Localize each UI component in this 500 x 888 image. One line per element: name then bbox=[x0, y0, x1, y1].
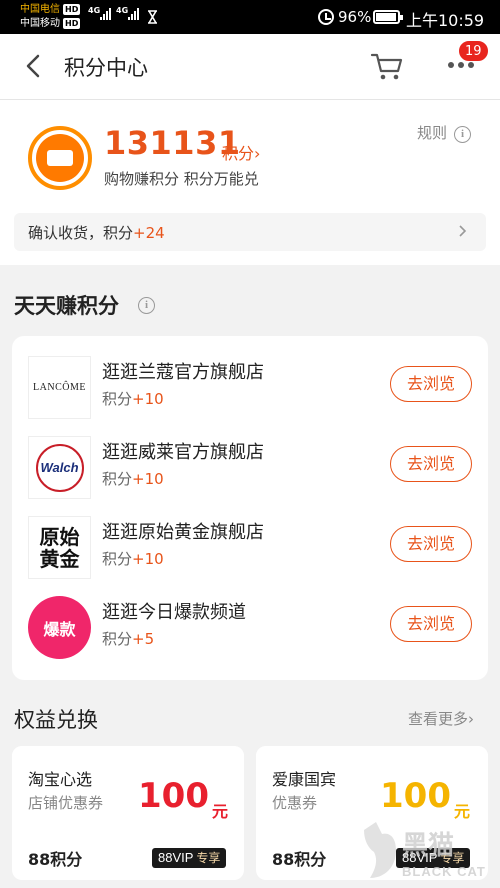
black-cat-watermark-logo: 黑猫 BLACK CAT bbox=[364, 822, 486, 879]
list-item: 原始黄金 逛逛原始黄金旗舰店 积分+10 去浏览 bbox=[12, 510, 488, 590]
task-points: 积分+5 bbox=[102, 630, 155, 648]
battery-icon bbox=[373, 10, 403, 24]
coupon-brand: 爱康国宾 bbox=[272, 770, 337, 789]
coupon-card[interactable]: 淘宝心选 店铺优惠券 100 元 88积分 88VIP 专享 bbox=[12, 746, 244, 880]
walch-logo: Walch bbox=[28, 436, 91, 499]
receipt-reward-bar[interactable]: 确认收货，积分+24 bbox=[14, 213, 486, 251]
rules-link[interactable]: 规则 bbox=[417, 122, 447, 143]
carrier-2: 中国移动 HD bbox=[20, 18, 81, 29]
message-badge: 19 bbox=[458, 40, 489, 62]
signal-icon bbox=[100, 8, 111, 20]
task-name: 逛逛兰蔻官方旗舰店 bbox=[102, 362, 264, 383]
coupon-type: 优惠券 bbox=[272, 794, 318, 812]
watermark-subtext: BLACK CAT bbox=[402, 864, 486, 879]
network-type-1: 4G bbox=[88, 6, 101, 15]
alarm-icon bbox=[318, 9, 334, 25]
status-bar: 中国电信 HD 中国移动 HD 4G 4G 96% 上午10:59 bbox=[0, 0, 500, 34]
yuanshi-gold-logo: 原始黄金 bbox=[28, 516, 91, 579]
vip-tag: 88VIP 专享 bbox=[152, 848, 227, 868]
coupon-currency: 元 bbox=[212, 802, 229, 821]
list-item: Walch 逛逛威莱官方旗舰店 积分+10 去浏览 bbox=[12, 430, 488, 510]
coupon-cost: 88积分 bbox=[28, 850, 83, 869]
points-slogan: 购物赚积分 积分万能兑 bbox=[104, 170, 259, 188]
coupon-amount: 100 bbox=[380, 776, 451, 816]
task-points: 积分+10 bbox=[102, 470, 164, 488]
hot-deals-logo: 爆款 bbox=[28, 596, 91, 659]
task-name: 逛逛威莱官方旗舰店 bbox=[102, 442, 264, 463]
points-unit-link[interactable]: 积分› bbox=[222, 140, 260, 164]
task-name: 逛逛原始黄金旗舰店 bbox=[102, 522, 264, 543]
points-coin-icon bbox=[28, 126, 92, 190]
chevron-right-icon bbox=[459, 225, 467, 237]
task-points: 积分+10 bbox=[102, 550, 164, 568]
page-title: 积分中心 bbox=[64, 56, 148, 80]
coupon-type: 店铺优惠券 bbox=[28, 794, 104, 812]
browse-button[interactable]: 去浏览 bbox=[390, 526, 472, 562]
cart-icon[interactable] bbox=[370, 51, 404, 83]
more-menu-icon[interactable] bbox=[448, 62, 478, 74]
browse-button[interactable]: 去浏览 bbox=[390, 366, 472, 402]
points-summary-card: 131131 积分› 购物赚积分 积分万能兑 规则 i 确认收货，积分+24 bbox=[0, 100, 500, 265]
watermark-text: 黑猫 bbox=[402, 831, 454, 861]
clock: 上午10:59 bbox=[406, 11, 485, 30]
carrier-1: 中国电信 HD bbox=[20, 4, 81, 15]
list-item: LANCÔME 逛逛兰蔻官方旗舰店 积分+10 去浏览 bbox=[12, 350, 488, 430]
back-arrow-icon[interactable] bbox=[20, 52, 48, 80]
info-icon[interactable]: i bbox=[138, 297, 155, 314]
info-icon[interactable]: i bbox=[454, 126, 471, 143]
network-type-2: 4G bbox=[116, 6, 129, 15]
nav-header: 积分中心 19 bbox=[0, 34, 500, 100]
coupon-cost: 88积分 bbox=[272, 850, 327, 869]
task-name: 逛逛今日爆款频道 bbox=[102, 602, 246, 623]
coupon-brand: 淘宝心选 bbox=[28, 770, 93, 789]
exchange-section-title: 权益兑换 bbox=[14, 708, 98, 732]
battery-percent: 96% bbox=[338, 8, 372, 26]
signal-icon bbox=[128, 8, 139, 20]
points-balance[interactable]: 131131 bbox=[104, 124, 241, 162]
lancome-logo: LANCÔME bbox=[28, 356, 91, 419]
browse-button[interactable]: 去浏览 bbox=[390, 606, 472, 642]
view-more-link[interactable]: 查看更多› bbox=[408, 708, 474, 729]
daily-task-list: LANCÔME 逛逛兰蔻官方旗舰店 积分+10 去浏览 Walch 逛逛威莱官方… bbox=[12, 336, 488, 680]
coupon-amount: 100 bbox=[138, 776, 209, 816]
daily-section-title: 天天赚积分 bbox=[14, 294, 119, 318]
task-points: 积分+10 bbox=[102, 390, 164, 408]
receipt-label: 确认收货，积分+24 bbox=[28, 224, 165, 242]
browse-button[interactable]: 去浏览 bbox=[390, 446, 472, 482]
list-item: 爆款 逛逛今日爆款频道 积分+5 去浏览 bbox=[12, 590, 488, 670]
coupon-currency: 元 bbox=[454, 802, 471, 821]
hourglass-icon bbox=[148, 10, 157, 24]
